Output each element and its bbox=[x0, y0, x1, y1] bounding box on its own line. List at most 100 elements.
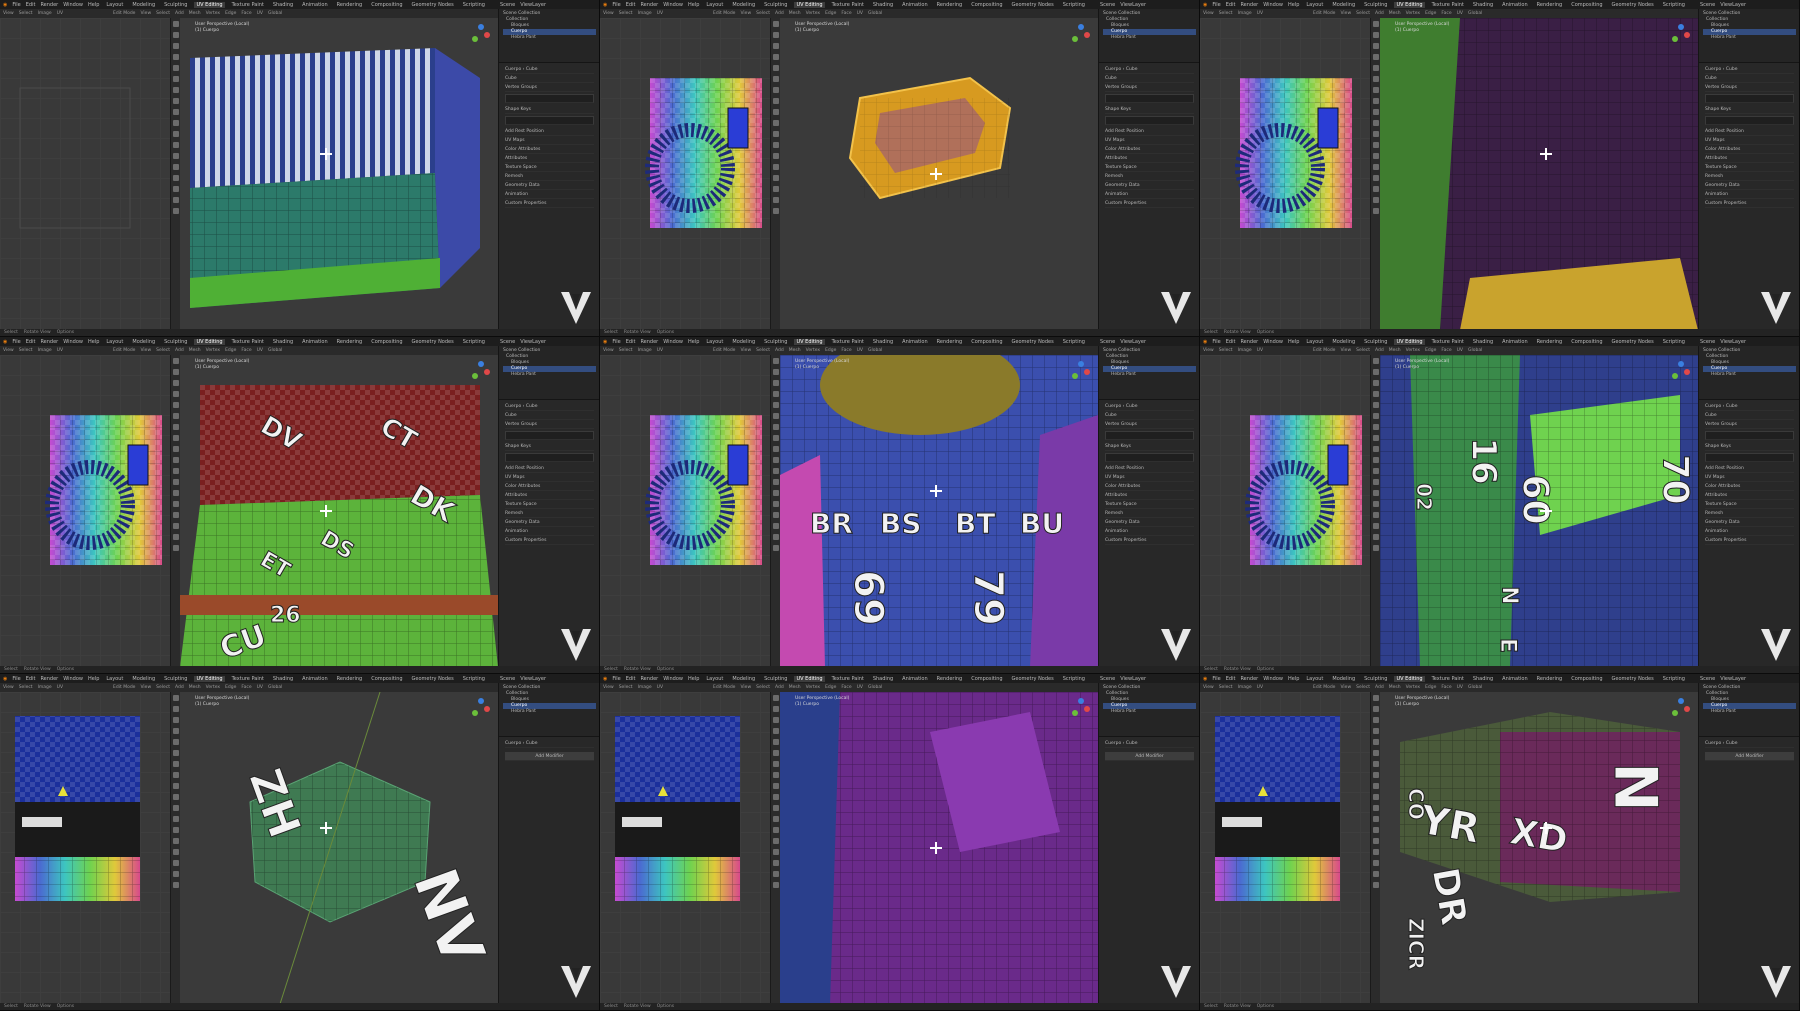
menu-render[interactable]: Render bbox=[40, 2, 58, 8]
workspace-tab-uv-editing[interactable]: UV Editing bbox=[1394, 1, 1425, 8]
tool-icon[interactable] bbox=[173, 860, 179, 866]
scene-selector[interactable]: Scene bbox=[1700, 339, 1715, 345]
uv-menu-image[interactable]: Image bbox=[38, 348, 52, 353]
tool-icon[interactable] bbox=[773, 87, 779, 93]
viewport-menu-face[interactable]: Face bbox=[841, 685, 851, 690]
tool-icon[interactable] bbox=[773, 435, 779, 441]
properties-section-animation[interactable]: Animation bbox=[1105, 527, 1194, 536]
navigation-gizmo-icon[interactable] bbox=[1070, 698, 1092, 720]
viewport-3d[interactable]: User Perspective (Local) (1) Cuerpo 16 02 60… bbox=[1380, 355, 1698, 667]
blender-logo-icon[interactable]: ◉ bbox=[603, 339, 607, 345]
properties-section-color-attributes[interactable]: Color Attributes bbox=[1105, 145, 1194, 154]
uv-menu-view[interactable]: View bbox=[1203, 348, 1214, 353]
workspace-tab-animation[interactable]: Animation bbox=[900, 339, 930, 345]
viewport-3d[interactable]: User Perspective (Local) (1) Cuerpo BR BS BT… bbox=[780, 355, 1098, 667]
workspace-tab-shading[interactable]: Shading bbox=[1471, 339, 1495, 345]
properties-section-shape-keys[interactable]: Shape Keys bbox=[1705, 105, 1794, 114]
tool-icon[interactable] bbox=[173, 32, 179, 38]
navigation-gizmo-icon[interactable] bbox=[1670, 698, 1692, 720]
tool-icon[interactable] bbox=[173, 695, 179, 701]
workspace-tab-scripting[interactable]: Scripting bbox=[461, 2, 487, 8]
gizmo-axis[interactable] bbox=[1078, 361, 1084, 367]
tool-icon[interactable] bbox=[773, 545, 779, 551]
viewport-menu-face[interactable]: Face bbox=[1441, 348, 1451, 353]
tool-icon[interactable] bbox=[773, 695, 779, 701]
viewport-menu-add[interactable]: Add bbox=[775, 348, 784, 353]
viewport-menu-add[interactable]: Add bbox=[775, 11, 784, 16]
outliner-item[interactable]: Hebra Pant bbox=[503, 35, 596, 41]
gizmo-axis[interactable] bbox=[478, 24, 484, 30]
properties-section-animation[interactable]: Animation bbox=[505, 190, 594, 199]
tool-icon[interactable] bbox=[773, 358, 779, 364]
properties-list-box[interactable] bbox=[1705, 94, 1794, 103]
tool-icon[interactable] bbox=[173, 391, 179, 397]
workspace-tab-compositing[interactable]: Compositing bbox=[369, 2, 404, 8]
tool-icon[interactable] bbox=[773, 446, 779, 452]
tool-icon[interactable] bbox=[1373, 197, 1379, 203]
viewport-menu-edit-mode[interactable]: Edit Mode bbox=[113, 685, 135, 690]
properties-section-uv-maps[interactable]: UV Maps bbox=[1705, 473, 1794, 482]
uv-menu-view[interactable]: View bbox=[1203, 11, 1214, 16]
uv-editor[interactable] bbox=[0, 18, 170, 330]
viewport-menu-add[interactable]: Add bbox=[175, 348, 184, 353]
workspace-tab-animation[interactable]: Animation bbox=[1500, 2, 1530, 8]
workspace-tab-scripting[interactable]: Scripting bbox=[1061, 2, 1087, 8]
menu-edit[interactable]: Edit bbox=[1226, 2, 1236, 8]
workspace-tab-uv-editing[interactable]: UV Editing bbox=[794, 1, 825, 8]
navigation-gizmo-icon[interactable] bbox=[1070, 361, 1092, 383]
workspace-tab-geometry-nodes[interactable]: Geometry Nodes bbox=[1610, 676, 1656, 682]
tool-icon[interactable] bbox=[773, 838, 779, 844]
uv-menu-select[interactable]: Select bbox=[1219, 11, 1233, 16]
tool-icon[interactable] bbox=[773, 142, 779, 148]
tool-icon[interactable] bbox=[173, 523, 179, 529]
scene-selector[interactable]: Scene bbox=[1700, 676, 1715, 682]
viewport-3d[interactable]: User Perspective (Local) (1) Cuerpo CU DV CT… bbox=[180, 355, 498, 667]
viewport-menu-edge[interactable]: Edge bbox=[825, 685, 836, 690]
properties-section-remesh[interactable]: Remesh bbox=[1105, 172, 1194, 181]
tool-icon[interactable] bbox=[773, 882, 779, 888]
viewport-menu-uv[interactable]: UV bbox=[1457, 685, 1463, 690]
mesh-data-name-field[interactable]: Cube bbox=[505, 74, 594, 83]
menu-edit[interactable]: Edit bbox=[26, 339, 36, 345]
tool-icon[interactable] bbox=[173, 750, 179, 756]
properties-section-uv-maps[interactable]: UV Maps bbox=[505, 473, 594, 482]
workspace-tab-geometry-nodes[interactable]: Geometry Nodes bbox=[1610, 339, 1656, 345]
workspace-tab-scripting[interactable]: Scripting bbox=[1061, 339, 1087, 345]
uv-menu-view[interactable]: View bbox=[1203, 685, 1214, 690]
workspace-tab-compositing[interactable]: Compositing bbox=[969, 2, 1004, 8]
menu-help[interactable]: Help bbox=[1288, 676, 1299, 682]
gizmo-axis[interactable] bbox=[478, 698, 484, 704]
tool-icon[interactable] bbox=[1373, 794, 1379, 800]
workspace-tab-animation[interactable]: Animation bbox=[900, 676, 930, 682]
tool-icon[interactable] bbox=[1373, 424, 1379, 430]
viewport-menu-face[interactable]: Face bbox=[841, 11, 851, 16]
menu-file[interactable]: File bbox=[612, 2, 620, 8]
properties-section-color-attributes[interactable]: Color Attributes bbox=[1705, 482, 1794, 491]
viewport-menu-edge[interactable]: Edge bbox=[1425, 348, 1436, 353]
workspace-tab-layout[interactable]: Layout bbox=[104, 676, 125, 682]
tool-icon[interactable] bbox=[1373, 479, 1379, 485]
menu-file[interactable]: File bbox=[1212, 676, 1220, 682]
tool-icon[interactable] bbox=[1373, 827, 1379, 833]
add-rest-position-checkbox[interactable]: Add Rest Position bbox=[1705, 464, 1794, 473]
properties-section-shape-keys[interactable]: Shape Keys bbox=[1105, 442, 1194, 451]
properties-section-uv-maps[interactable]: UV Maps bbox=[1105, 136, 1194, 145]
workspace-tab-geometry-nodes[interactable]: Geometry Nodes bbox=[1610, 2, 1656, 8]
tool-icon[interactable] bbox=[173, 512, 179, 518]
workspace-tab-sculpting[interactable]: Sculpting bbox=[762, 676, 789, 682]
properties-section-custom-properties[interactable]: Custom Properties bbox=[1105, 199, 1194, 208]
workspace-tab-compositing[interactable]: Compositing bbox=[369, 339, 404, 345]
workspace-tab-animation[interactable]: Animation bbox=[300, 2, 330, 8]
tool-icon[interactable] bbox=[773, 208, 779, 214]
viewport-menu-global[interactable]: Global bbox=[868, 11, 882, 16]
tool-icon[interactable] bbox=[173, 197, 179, 203]
uv-editor[interactable] bbox=[0, 692, 170, 1004]
viewport-menu-edit-mode[interactable]: Edit Mode bbox=[713, 348, 735, 353]
tool-icon[interactable] bbox=[1373, 717, 1379, 723]
viewport-3d[interactable]: User Perspective (Local) (1) Cuerpo bbox=[1380, 18, 1698, 330]
tool-icon[interactable] bbox=[1373, 358, 1379, 364]
properties-section-color-attributes[interactable]: Color Attributes bbox=[505, 145, 594, 154]
workspace-tab-shading[interactable]: Shading bbox=[1471, 2, 1495, 8]
tool-icon[interactable] bbox=[1373, 838, 1379, 844]
navigation-gizmo-icon[interactable] bbox=[470, 24, 492, 46]
